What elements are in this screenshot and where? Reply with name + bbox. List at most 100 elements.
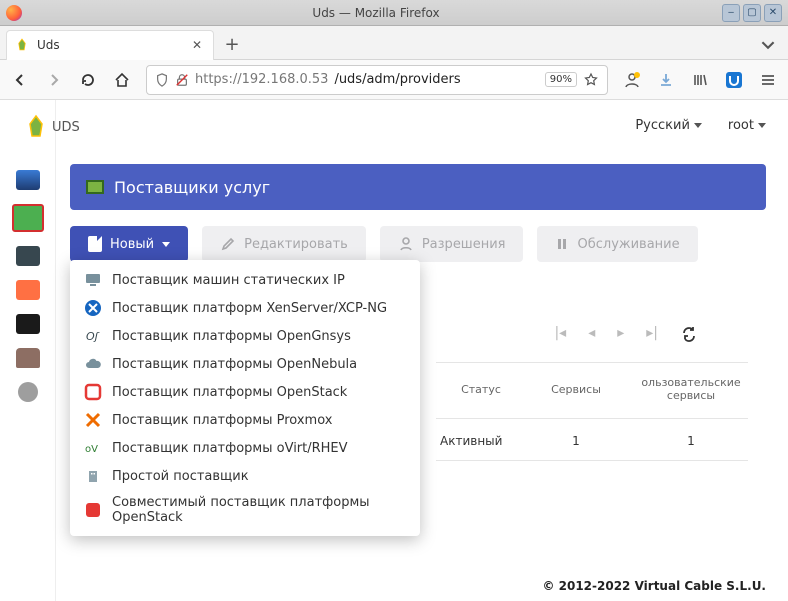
svg-text:oV: oV [85,444,98,455]
dd-item-xenserver[interactable]: Поставщик платформ XenServer/XCP-NG [70,294,420,322]
xen-icon [84,299,102,317]
table-header: Статус Сервисы ользовательские сервисы [436,370,766,408]
openstack-icon [84,501,102,519]
window-titlebar: Uds — Mozilla Firefox ‒ ▢ ✕ [0,0,788,26]
back-button[interactable] [10,70,30,90]
dd-label: Поставщик платформы OpenStack [112,385,347,400]
ovirt-icon: oV [84,439,102,457]
next-page-button[interactable]: ▸ [617,325,624,341]
firefox-icon [6,5,22,21]
uds-logo-icon [26,114,46,140]
window-close-button[interactable]: ✕ [764,4,782,22]
language-label: Русский [635,118,690,133]
shield-icon [155,73,169,87]
new-label: Новый [110,237,154,252]
td-user-services: 1 [626,430,756,452]
refresh-button[interactable] [680,324,698,342]
toolbar: Новый Редактировать Разрешения Обслужива… [70,226,766,262]
account-icon[interactable] [622,70,642,90]
edit-label: Редактировать [244,237,348,252]
new-button[interactable]: Новый [70,226,188,262]
downloads-icon[interactable] [656,70,676,90]
reload-button[interactable] [78,70,98,90]
brand[interactable]: UDS [18,114,80,140]
edit-button[interactable]: Редактировать [202,226,366,262]
th-services[interactable]: Сервисы [526,377,626,402]
dd-item-opennebula[interactable]: Поставщик платформы OpenNebula [70,350,420,378]
openstack-icon [84,383,102,401]
dd-item-opengnsys[interactable]: Oʃ Поставщик платформы OpenGnsys [70,322,420,350]
person-icon [398,236,414,252]
dd-label: Простой поставщик [112,469,249,484]
tab-title: Uds [37,38,60,52]
forward-button[interactable] [44,70,64,90]
chevron-down-icon [758,123,766,128]
app-sidebar [0,100,56,601]
pause-icon [555,237,569,251]
dd-item-simple[interactable]: Простой поставщик [70,462,420,490]
address-bar[interactable]: https://192.168.0.53/uds/adm/providers 9… [146,65,608,95]
new-tab-button[interactable]: + [218,31,246,59]
maintenance-label: Обслуживание [577,237,679,252]
maintenance-button[interactable]: Обслуживание [537,226,697,262]
th-status[interactable]: Статус [436,377,526,402]
dd-item-openstack-compat[interactable]: Совместимый поставщик платформы OpenStac… [70,490,420,530]
dd-item-proxmox[interactable]: Поставщик платформы Proxmox [70,406,420,434]
table-pager: |◂ ◂ ▸ ▸| [554,324,698,342]
dd-label: Совместимый поставщик платформы OpenStac… [112,495,406,525]
opengnsys-icon: Oʃ [84,327,102,345]
user-menu[interactable]: root [728,118,766,133]
cloud-icon [84,355,102,373]
sidebar-item-7[interactable] [18,382,38,402]
dd-label: Поставщик машин статических IP [112,273,345,288]
sidebar-item-1[interactable] [16,170,40,190]
prev-page-button[interactable]: ◂ [588,325,595,341]
extension-ublock-icon[interactable] [724,70,744,90]
proxmox-icon [84,411,102,429]
window-minimize-button[interactable]: ‒ [722,4,740,22]
sidebar-item-6[interactable] [16,348,40,368]
zoom-indicator[interactable]: 90% [545,72,577,87]
dd-label: Поставщик платформы Proxmox [112,413,332,428]
page-title: Поставщики услуг [114,178,270,197]
window-title: Uds — Mozilla Firefox [30,6,722,20]
page-header: Поставщики услуг [70,164,766,210]
home-button[interactable] [112,70,132,90]
sidebar-item-providers-active[interactable] [12,204,44,232]
dd-item-openstack[interactable]: Поставщик платформы OpenStack [70,378,420,406]
url-bar: https://192.168.0.53/uds/adm/providers 9… [0,60,788,100]
chevron-down-icon [162,242,170,247]
first-page-button[interactable]: |◂ [554,325,566,341]
pencil-icon [220,236,236,252]
tab-close-button[interactable]: ✕ [189,37,205,53]
dd-label: Поставщик платформ XenServer/XCP-NG [112,301,387,316]
library-icon[interactable] [690,70,710,90]
browser-tab[interactable]: Uds ✕ [6,30,214,60]
document-icon [88,236,102,252]
sidebar-item-3[interactable] [16,246,40,266]
app-menu-button[interactable] [758,70,778,90]
dd-item-ovirt[interactable]: oV Поставщик платформы oVirt/RHEV [70,434,420,462]
window-maximize-button[interactable]: ▢ [743,4,761,22]
building-icon [84,467,102,485]
dd-item-static-ip[interactable]: Поставщик машин статических IP [70,266,420,294]
lock-icon [175,73,189,87]
th-user-services[interactable]: ользовательские сервисы [626,370,756,408]
table-row[interactable]: Активный 1 1 [436,430,766,452]
dd-label: Поставщик платформы OpenGnsys [112,329,351,344]
bookmark-star-icon[interactable] [583,72,599,88]
language-selector[interactable]: Русский [635,118,702,133]
last-page-button[interactable]: ▸| [646,325,658,341]
permissions-button[interactable]: Разрешения [380,226,524,262]
tab-overflow-button[interactable] [754,31,782,59]
dd-label: Поставщик платформы oVirt/RHEV [112,441,348,456]
sidebar-item-4[interactable] [16,280,40,300]
new-provider-dropdown: Поставщик машин статических IP Поставщик… [70,260,420,536]
sidebar-item-5[interactable] [16,314,40,334]
url-path: /uds/adm/providers [334,72,460,87]
permissions-label: Разрешения [422,237,506,252]
footer-copyright: © 2012-2022 Virtual Cable S.L.U. [542,579,766,593]
td-services: 1 [526,430,626,452]
svg-text:Oʃ: Oʃ [86,330,100,343]
user-label: root [728,118,754,133]
